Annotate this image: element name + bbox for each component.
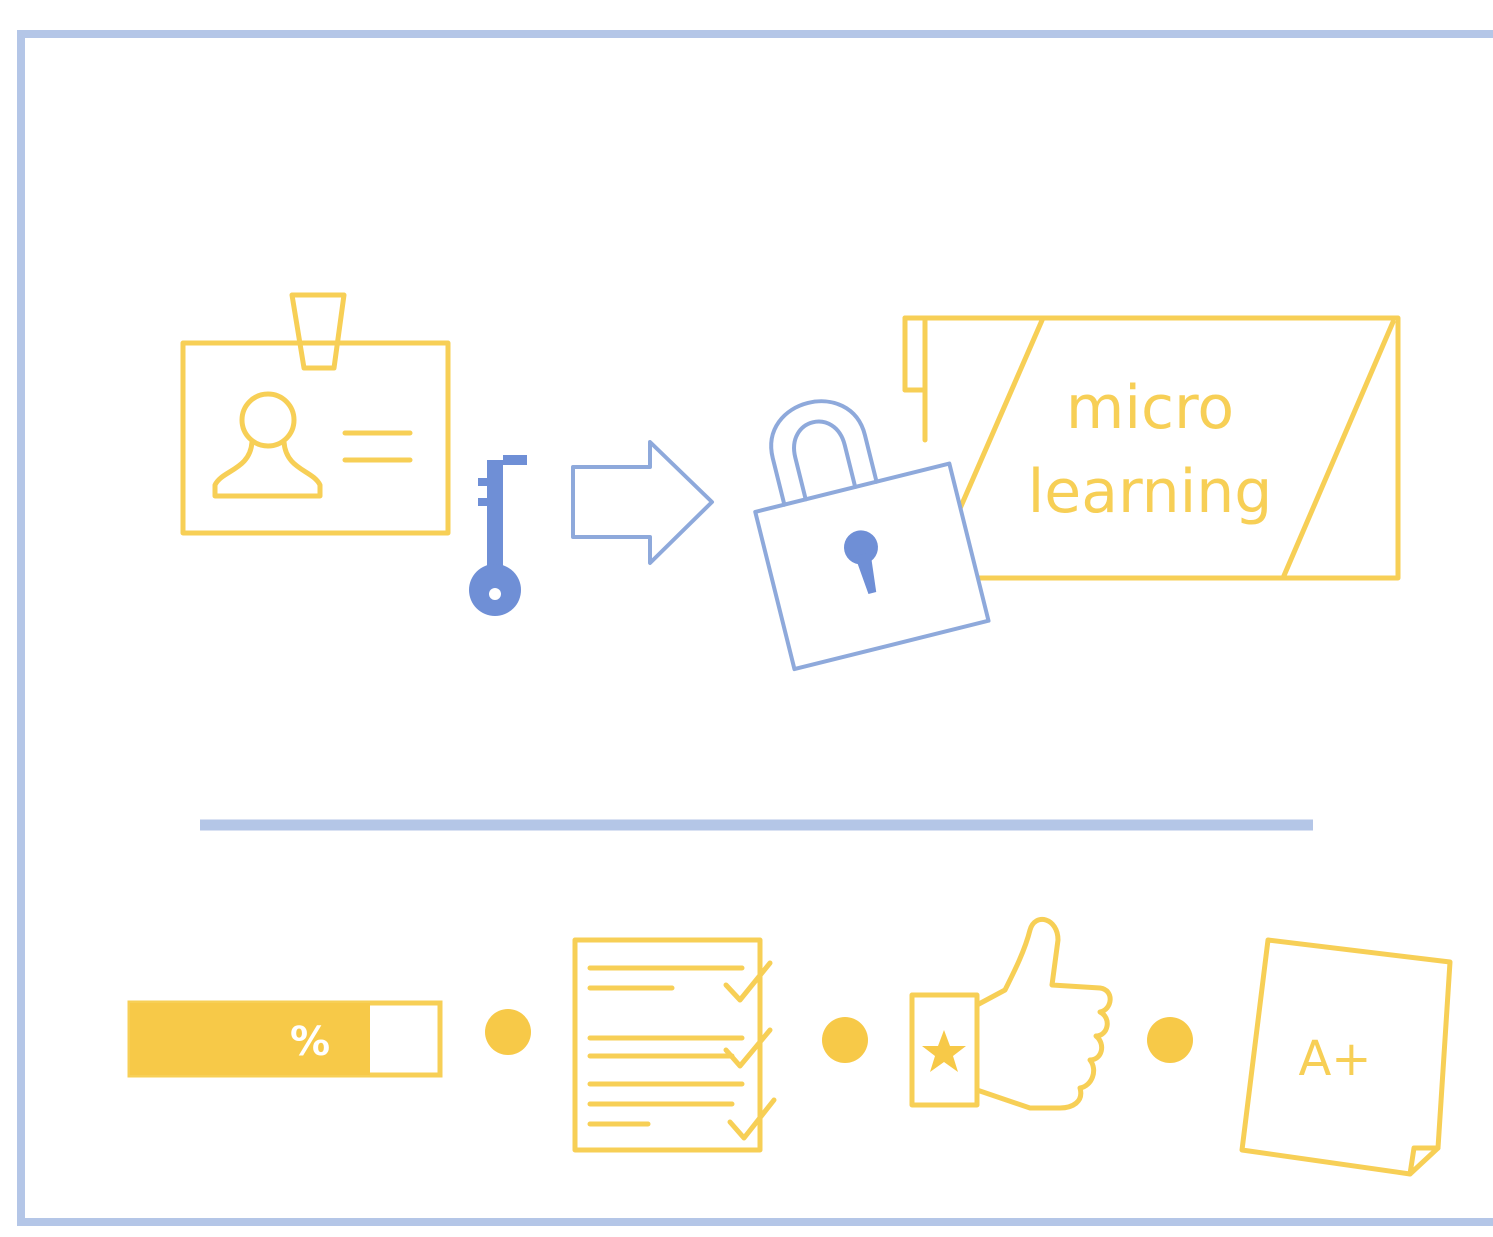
- microlearning-line2: learning: [1028, 457, 1273, 527]
- thumbs-up-icon: [909, 917, 1113, 1111]
- microlearning-line1: micro: [1066, 373, 1234, 443]
- key-icon: [469, 455, 527, 616]
- grade-card-icon: A+: [1239, 937, 1453, 1177]
- separator-dot: [485, 1009, 531, 1055]
- diagram-canvas: micro learning % A+: [127, 292, 1453, 1177]
- id-badge-icon: [180, 292, 451, 536]
- checklist-icon: [572, 937, 777, 1153]
- grade-text: A+: [1298, 1031, 1371, 1087]
- separator-dot: [822, 1017, 868, 1063]
- progress-bar-icon: %: [127, 1000, 443, 1078]
- microlearning-panel-icon: micro learning: [902, 315, 1401, 581]
- padlock-open-icon: [753, 399, 991, 672]
- separator-dot: [1147, 1017, 1193, 1063]
- progress-symbol: %: [290, 1019, 330, 1065]
- arrow-right-icon: [571, 440, 714, 565]
